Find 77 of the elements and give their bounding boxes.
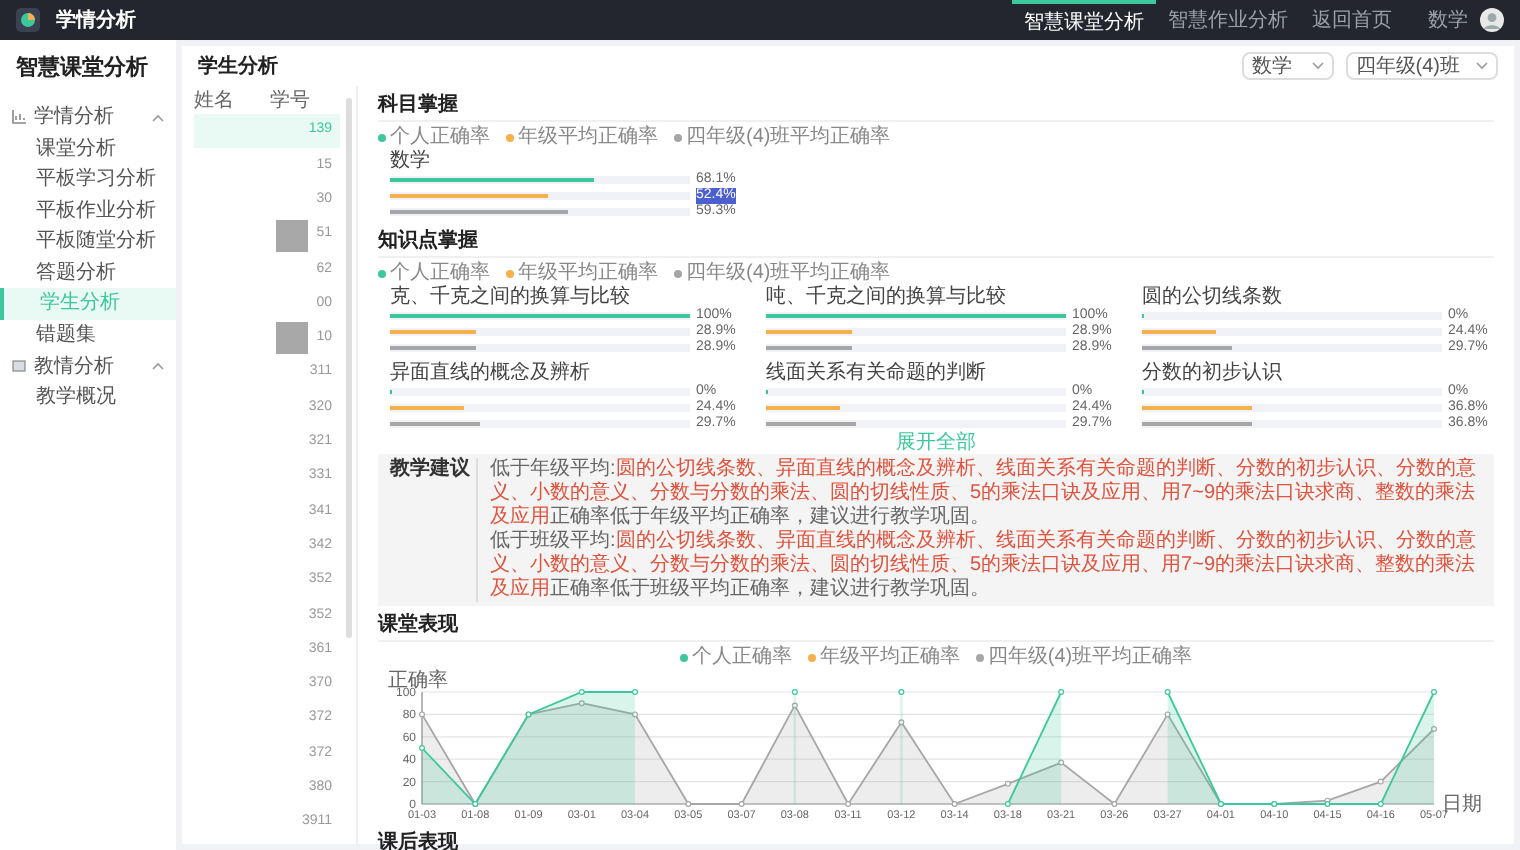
data-point <box>1004 780 1011 787</box>
knowledge-point-name: 异面直线的概念及辨析 <box>390 362 592 384</box>
sidebar-item[interactable]: 教学概况 <box>0 382 176 413</box>
data-point <box>1377 801 1384 807</box>
suggestion-text: 低于班级平均:圆的公切线条数、异面直线的概念及辨析、线面关系有关命题的判断、分数的初步认识、分数的意义、小数的意义、分数与分数的乘法、圆的切线性质、5的乘法口诀及应用、用7~9的乘法口诀求商、整数的乘法及应用正确率低于班级平均正确率，建议进行教学巩固。 <box>490 530 1478 602</box>
filter-dropdown[interactable]: 四年级(4)班 <box>1345 52 1498 80</box>
data-point <box>1377 778 1384 785</box>
legend-label: 年级平均正确率 <box>518 126 658 148</box>
sidebar-item[interactable]: 错题集 <box>0 319 176 350</box>
sidebar-group[interactable]: 学情分析 <box>0 101 176 133</box>
knowledge-point-name: 分数的初步认识 <box>1142 362 1284 384</box>
data-point <box>845 801 852 807</box>
legend-label: 四年级(4)班平均正确率 <box>987 646 1193 668</box>
section-title: 科目掌握 <box>378 94 1494 122</box>
data-point <box>951 801 958 807</box>
nav-tab[interactable]: 返回首页 <box>1300 0 1404 40</box>
data-point <box>738 801 745 807</box>
user-name: 数学 <box>1428 7 1468 35</box>
data-point <box>1058 689 1065 695</box>
data-point <box>419 745 425 751</box>
legend-label: 个人正确率 <box>390 126 490 148</box>
expand-all-link[interactable]: 展开全部 <box>896 432 976 454</box>
data-point <box>1058 759 1065 766</box>
sidebar-item[interactable]: 平板学习分析 <box>0 164 176 195</box>
page-title: 学生分析 <box>198 53 278 81</box>
suggestion-text: 低于年级平均:圆的公切线条数、异面直线的概念及辨析、线面关系有关命题的判断、分数的初步认识、分数的意义、小数的意义、分数与分数的乘法、圆的切线性质、5的乘法口诀及应用、用7~9的乘法口诀求商、整数的乘法及应用正确率低于年级平均正确率，建议进行教学巩固。 <box>490 458 1478 529</box>
monitor-icon <box>12 359 26 373</box>
sidebar-group[interactable]: 教情分析 <box>0 350 176 382</box>
app-logo-icon <box>16 8 40 32</box>
knowledge-point-name: 吨、千克之间的换算与比较 <box>766 286 1008 308</box>
data-point <box>1431 725 1437 732</box>
suggestion-label: 教学建议 <box>390 458 478 602</box>
data-point <box>419 711 425 718</box>
caret-icon <box>1311 62 1324 70</box>
data-point <box>898 719 905 726</box>
data-point <box>1164 711 1171 718</box>
nav-tab[interactable]: 智慧课堂分析 <box>1012 0 1156 40</box>
knowledge-point-name: 线面关系有关命题的判断 <box>766 362 988 384</box>
scrollbar[interactable] <box>346 98 352 638</box>
sidebar-item[interactable]: 答题分析 <box>0 257 176 288</box>
y-axis <box>421 691 423 805</box>
sidebar-item[interactable]: 学生分析 <box>0 288 176 319</box>
knowledge-point-name: 圆的公切线条数 <box>1142 286 1284 308</box>
sidebar-title: 智慧课堂分析 <box>14 53 150 84</box>
knowledge-point-name: 克、千克之间的换算与比较 <box>390 286 632 308</box>
data-point <box>1164 689 1171 695</box>
column-header: 学号 <box>270 87 310 115</box>
data-point <box>1431 689 1437 695</box>
data-point <box>578 689 585 695</box>
bar-chart-icon <box>12 110 26 124</box>
column-header: 姓名 <box>194 87 236 115</box>
section-title: 课堂表现 <box>378 614 1494 642</box>
legend-label: 个人正确率 <box>390 262 490 284</box>
legend-label: 年级平均正确率 <box>518 262 658 284</box>
data-point <box>898 689 905 695</box>
avatar-icon <box>1480 8 1504 32</box>
data-point <box>632 711 639 718</box>
sidebar-item[interactable]: 平板作业分析 <box>0 195 176 226</box>
data-point <box>791 689 798 695</box>
legend-label: 年级平均正确率 <box>819 646 960 668</box>
section-title: 知识点掌握 <box>378 230 1494 258</box>
sidebar-item[interactable]: 平板随堂分析 <box>0 226 176 257</box>
sidebar-item[interactable]: 课堂分析 <box>0 133 176 164</box>
app-title: 学情分析 <box>56 7 136 35</box>
subject-name: 数学 <box>390 150 432 172</box>
legend-label: 个人正确率 <box>691 646 792 668</box>
data-point <box>632 689 639 695</box>
nav-tab[interactable]: 智慧作业分析 <box>1156 0 1300 40</box>
data-point <box>1004 801 1011 807</box>
caret-icon <box>1476 62 1488 70</box>
filter-dropdown[interactable]: 数学 <box>1241 52 1334 80</box>
data-point <box>578 700 585 707</box>
data-point <box>685 801 692 807</box>
data-point <box>791 702 798 709</box>
legend-label: 四年级(4)班平均正确率 <box>686 126 891 148</box>
data-point <box>1111 801 1118 807</box>
legend-label: 四年级(4)班平均正确率 <box>686 262 891 284</box>
